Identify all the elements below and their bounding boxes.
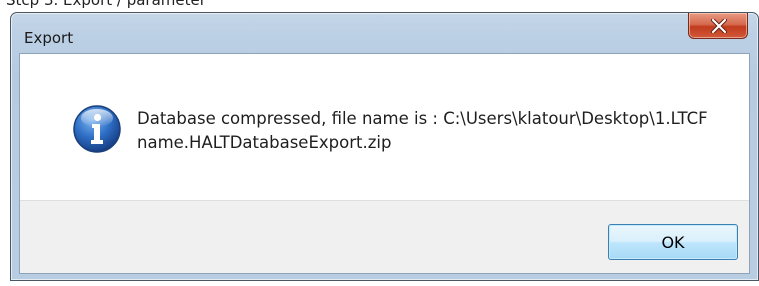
dialog-content: Database compressed, file name is : C:\U… — [19, 53, 750, 274]
window-title: Export — [24, 29, 74, 47]
background-text: Stcp 3. Export / parameter — [6, 0, 206, 9]
title-bar[interactable]: Export — [11, 13, 758, 55]
info-icon — [73, 105, 121, 153]
ok-button[interactable]: OK — [608, 224, 738, 260]
message-line-2: name.HALTDatabaseExport.zip — [137, 133, 392, 152]
close-x-icon — [711, 19, 727, 33]
background-window-strip: Stcp 3. Export / parameter — [0, 0, 759, 12]
dialog-footer: OK — [20, 200, 749, 273]
export-dialog: Export Database compressed, file name is… — [10, 12, 759, 281]
dialog-message: Database compressed, file name is : C:\U… — [137, 107, 708, 155]
message-line-1: Database compressed, file name is : C:\U… — [137, 109, 708, 128]
close-button[interactable] — [688, 13, 748, 39]
